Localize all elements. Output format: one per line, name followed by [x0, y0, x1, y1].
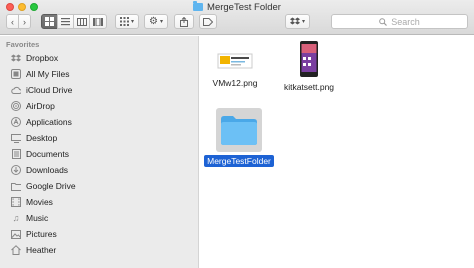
sidebar-item-label: Pictures [26, 229, 57, 239]
chevron-down-icon: ▾ [301, 19, 305, 25]
dropbox-icon [11, 53, 21, 63]
chevron-down-icon: ▾ [130, 19, 134, 25]
sidebar-item-pictures[interactable]: Pictures [0, 226, 199, 242]
pictures-icon [11, 229, 21, 239]
sidebar-item-label: AirDrop [26, 101, 55, 111]
image-thumbnail-icon [300, 41, 318, 77]
list-view-icon [61, 17, 70, 25]
sidebar-item-heather[interactable]: Heather [0, 242, 199, 258]
sidebar-section-favorites: Favorites [6, 40, 40, 49]
sidebar-item-label: Music [26, 213, 49, 223]
sidebar-item-dropbox[interactable]: Dropbox [0, 50, 199, 66]
search-field[interactable]: Search [331, 14, 468, 29]
search-icon [379, 17, 388, 26]
sidebar-item-label: Applications [26, 117, 72, 127]
window-title-text: MergeTest Folder [207, 1, 281, 13]
gallery-view-button[interactable] [89, 14, 107, 29]
sidebar-item-label: Documents [26, 149, 69, 159]
sidebar-item-music[interactable]: ♫ Music [0, 210, 199, 226]
sidebar-item-label: Movies [26, 197, 53, 207]
column-view-icon [76, 17, 87, 26]
downloads-icon [11, 165, 21, 175]
window-title: MergeTest Folder [0, 1, 474, 13]
home-icon [11, 245, 21, 255]
selection-highlight [216, 108, 262, 152]
files-icon [11, 69, 21, 79]
chevron-right-icon: › [23, 16, 26, 27]
file-browser: VMw12.png kitkatsett.png MergeTestFolder [200, 36, 474, 268]
sidebar-item-label: Heather [26, 245, 57, 255]
search-placeholder: Search [391, 16, 420, 27]
sidebar-item-label: Desktop [26, 133, 58, 143]
sidebar-item-label: Downloads [26, 165, 69, 175]
forward-button[interactable]: › [18, 14, 31, 29]
list-view-button[interactable] [57, 14, 74, 29]
sidebar-item-applications[interactable]: Applications [0, 114, 199, 130]
image-thumbnail-icon [217, 53, 253, 69]
sidebar-item-label: Google Drive [26, 181, 76, 191]
file-name: kitkatsett.png [283, 82, 335, 92]
file-item[interactable]: VMw12.png [200, 44, 270, 89]
sidebar-item-label: iCloud Drive [26, 85, 73, 95]
file-name: VMw12.png [212, 78, 258, 88]
music-icon: ♫ [12, 213, 20, 223]
dropbox-button[interactable]: ▾ [285, 14, 310, 29]
sidebar-item-google-drive[interactable]: Google Drive [0, 178, 199, 194]
action-button[interactable]: ⚙ ▾ [144, 14, 168, 29]
tags-button[interactable] [199, 14, 217, 29]
sidebar: Favorites Dropbox All My Files iCloud Dr… [0, 36, 199, 268]
dropbox-icon [289, 17, 300, 25]
sidebar-item-icloud-drive[interactable]: iCloud Drive [0, 82, 199, 98]
column-view-button[interactable] [73, 14, 90, 29]
icon-view-button[interactable] [41, 14, 58, 29]
share-icon [180, 16, 188, 27]
sidebar-item-desktop[interactable]: Desktop [0, 130, 199, 146]
gear-icon: ⚙ [149, 16, 158, 27]
tag-icon [203, 17, 213, 26]
applications-icon [11, 117, 21, 127]
title-toolbar: MergeTest Folder ‹ › ▾ ⚙ ▾ ▾ Search [0, 0, 474, 35]
folder-icon [193, 1, 204, 11]
sidebar-item-airdrop[interactable]: AirDrop [0, 98, 199, 114]
icon-view-icon [45, 17, 54, 26]
cloud-icon [11, 85, 21, 95]
file-item[interactable]: kitkatsett.png [272, 40, 346, 93]
folder-icon [221, 116, 257, 145]
desktop-icon [11, 133, 21, 143]
documents-icon [11, 149, 21, 159]
arrange-button[interactable]: ▾ [115, 14, 139, 29]
file-item-selected[interactable]: MergeTestFolder [202, 108, 276, 167]
sidebar-item-documents[interactable]: Documents [0, 146, 199, 162]
sidebar-item-downloads[interactable]: Downloads [0, 162, 199, 178]
movies-icon [11, 197, 21, 207]
chevron-left-icon: ‹ [11, 16, 14, 27]
sidebar-item-movies[interactable]: Movies [0, 194, 199, 210]
grid-arrange-icon [119, 17, 129, 26]
sidebar-item-all-my-files[interactable]: All My Files [0, 66, 199, 82]
file-name: MergeTestFolder [204, 155, 274, 167]
sidebar-item-label: All My Files [26, 69, 70, 79]
airdrop-icon [11, 101, 21, 111]
chevron-down-icon: ▾ [159, 19, 163, 25]
gallery-view-icon [93, 17, 103, 26]
sidebar-item-label: Dropbox [26, 53, 59, 63]
share-button[interactable] [174, 14, 194, 29]
finder-window: MergeTest Folder ‹ › ▾ ⚙ ▾ ▾ Search Favo… [0, 0, 474, 268]
folder-icon [11, 181, 21, 191]
